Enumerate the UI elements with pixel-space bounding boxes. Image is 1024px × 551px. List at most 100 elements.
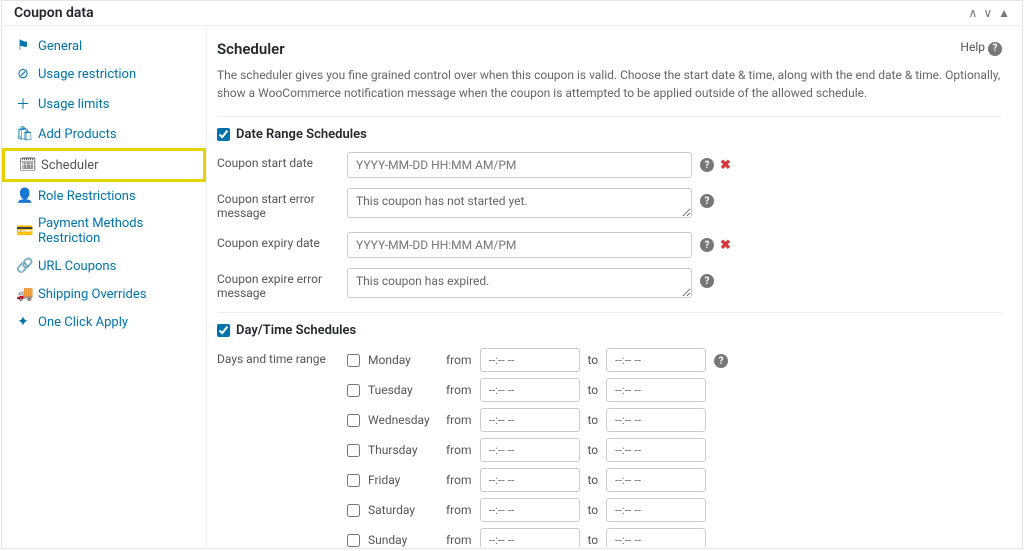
collapse-down-icon[interactable]: ∨ (983, 6, 992, 20)
to-label: to (588, 353, 599, 367)
main-content: Scheduler Help ? The scheduler gives you… (207, 26, 1022, 547)
day-checkbox-tuesday[interactable] (347, 384, 360, 397)
user-icon: 👤 (16, 188, 30, 204)
to-label: to (588, 413, 599, 427)
sidebar-item-one-click-apply[interactable]: ✦One Click Apply (2, 308, 206, 336)
day-checkbox-sunday[interactable] (347, 534, 360, 547)
day-label: Friday (368, 473, 438, 487)
truck-icon: 🚚 (16, 286, 30, 302)
sidebar-item-shipping-overrides[interactable]: 🚚Shipping Overrides (2, 280, 206, 308)
time-from-input[interactable] (480, 498, 580, 522)
day-label: Saturday (368, 503, 438, 517)
day-checkbox-wednesday[interactable] (347, 414, 360, 427)
day-label: Monday (368, 353, 438, 367)
coupon-start-date-input[interactable] (347, 152, 692, 178)
to-label: to (588, 503, 599, 517)
time-from-input[interactable] (480, 438, 580, 462)
link-icon: 🔗 (16, 258, 30, 274)
day-checkbox-monday[interactable] (347, 354, 360, 367)
panel-title: Coupon data (14, 5, 94, 21)
from-label: from (446, 533, 472, 547)
coupon-expiry-date-input[interactable] (347, 232, 692, 258)
from-label: from (446, 383, 472, 397)
coupon-expiry-date-label: Coupon expiry date (217, 232, 347, 250)
sparkle-icon: ✦ (16, 314, 30, 330)
to-label: to (588, 533, 599, 547)
clear-icon[interactable]: ✖ (720, 158, 731, 173)
day-row-saturday: Saturday from to (347, 498, 706, 522)
day-label: Tuesday (368, 383, 438, 397)
help-icon[interactable]: ? (714, 354, 728, 368)
help-icon[interactable]: ? (700, 194, 714, 208)
from-label: from (446, 473, 472, 487)
time-from-input[interactable] (480, 378, 580, 402)
time-from-input[interactable] (480, 408, 580, 432)
from-label: from (446, 503, 472, 517)
collapse-up-icon[interactable]: ∧ (969, 6, 978, 20)
time-to-input[interactable] (606, 438, 706, 462)
time-to-input[interactable] (606, 498, 706, 522)
date-range-toggle[interactable] (217, 128, 230, 141)
sidebar-item-general[interactable]: ⚑General (2, 32, 206, 60)
day-checkbox-saturday[interactable] (347, 504, 360, 517)
coupon-expire-error-label: Coupon expire error message (217, 268, 347, 300)
sidebar-item-scheduler[interactable]: 🗓Scheduler (2, 148, 206, 182)
time-to-input[interactable] (606, 348, 706, 372)
sidebar-item-role-restrictions[interactable]: 👤Role Restrictions (2, 182, 206, 210)
calendar-icon: 🗓 (19, 157, 33, 173)
day-row-wednesday: Wednesday from to (347, 408, 706, 432)
day-label: Thursday (368, 443, 438, 457)
day-row-thursday: Thursday from to (347, 438, 706, 462)
bag-icon: 🛍 (16, 126, 30, 142)
days-time-range-label: Days and time range (217, 348, 347, 366)
time-to-input[interactable] (606, 378, 706, 402)
time-to-input[interactable] (606, 408, 706, 432)
page-description: The scheduler gives you fine grained con… (217, 66, 1002, 102)
help-icon[interactable]: ? (700, 158, 714, 172)
day-row-sunday: Sunday from to (347, 528, 706, 547)
day-row-monday: Monday from to (347, 348, 706, 372)
bookmark-icon: ⚑ (16, 38, 30, 54)
toggle-triangle-icon[interactable]: ▲ (998, 6, 1010, 20)
time-to-input[interactable] (606, 468, 706, 492)
page-title: Scheduler (217, 40, 285, 58)
coupon-start-error-label: Coupon start error message (217, 188, 347, 220)
section-date-range: Date Range Schedules (217, 116, 1002, 142)
sidebar-item-usage-restriction[interactable]: ⊘Usage restriction (2, 60, 206, 88)
help-icon[interactable]: ? (700, 238, 714, 252)
from-label: from (446, 353, 472, 367)
sidebar-item-payment-methods[interactable]: 💳Payment Methods Restriction (2, 210, 206, 252)
day-checkbox-thursday[interactable] (347, 444, 360, 457)
day-row-tuesday: Tuesday from to (347, 378, 706, 402)
time-from-input[interactable] (480, 348, 580, 372)
time-to-input[interactable] (606, 528, 706, 547)
help-icon: ? (988, 42, 1002, 56)
daytime-toggle[interactable] (217, 324, 230, 337)
help-link[interactable]: Help ? (960, 40, 1002, 56)
coupon-start-date-label: Coupon start date (217, 152, 347, 170)
time-from-input[interactable] (480, 468, 580, 492)
sidebar-item-usage-limits[interactable]: ＋Usage limits (2, 88, 206, 120)
coupon-expire-error-input[interactable] (347, 268, 692, 298)
day-row-friday: Friday from to (347, 468, 706, 492)
help-icon[interactable]: ? (700, 274, 714, 288)
sidebar-item-add-products[interactable]: 🛍Add Products (2, 120, 206, 148)
day-checkbox-friday[interactable] (347, 474, 360, 487)
day-label: Sunday (368, 533, 438, 547)
sidebar-item-url-coupons[interactable]: 🔗URL Coupons (2, 252, 206, 280)
to-label: to (588, 443, 599, 457)
coupon-start-error-input[interactable] (347, 188, 692, 218)
to-label: to (588, 473, 599, 487)
card-icon: 💳 (16, 223, 30, 239)
section-daytime: Day/Time Schedules (217, 312, 1002, 338)
sidebar: ⚑General ⊘Usage restriction ＋Usage limit… (2, 26, 207, 547)
clear-icon[interactable]: ✖ (720, 238, 731, 253)
day-label: Wednesday (368, 413, 438, 427)
to-label: to (588, 383, 599, 397)
from-label: from (446, 413, 472, 427)
plus-icon: ＋ (16, 94, 30, 114)
from-label: from (446, 443, 472, 457)
time-from-input[interactable] (480, 528, 580, 547)
panel-header: Coupon data ∧ ∨ ▲ (2, 1, 1022, 26)
ban-icon: ⊘ (16, 66, 30, 82)
